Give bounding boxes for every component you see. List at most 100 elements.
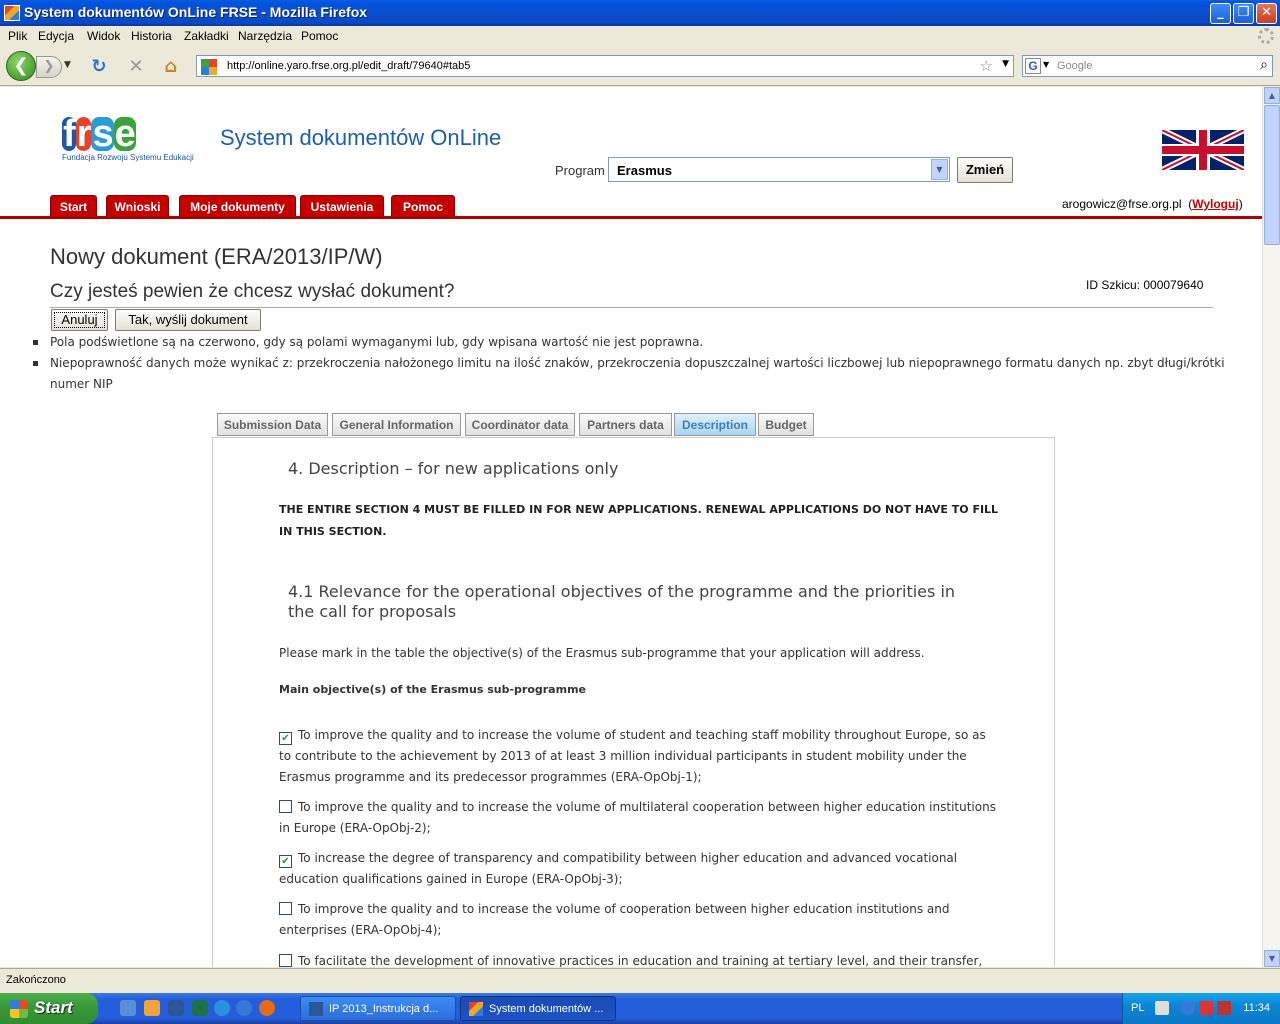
back-button[interactable]: ❮ — [6, 51, 36, 81]
note-item: Niepoprawność danych może wynikać z: prz… — [30, 353, 1230, 395]
section-note: THE ENTIRE SECTION 4 MUST BE FILLED IN F… — [279, 503, 999, 538]
change-program-button[interactable]: Zmień — [957, 157, 1013, 183]
objective-checkbox[interactable] — [279, 902, 292, 915]
forward-button[interactable]: ❯ — [36, 56, 62, 78]
tab-partners-data[interactable]: Partners data — [579, 413, 672, 436]
menu-historia[interactable]: Historia — [131, 29, 172, 43]
uk-flag-icon[interactable] — [1162, 130, 1244, 170]
tab-pomoc[interactable]: Pomoc — [391, 195, 455, 217]
close-button[interactable]: ✕ — [1256, 3, 1277, 24]
menu-plik[interactable]: Plik — [8, 29, 27, 43]
tab-wnioski[interactable]: Wnioski — [106, 195, 169, 217]
bookmark-star-icon[interactable]: ☆ — [980, 57, 993, 75]
frse-app-icon — [469, 1002, 483, 1016]
search-magnifier-icon[interactable]: ⌕ — [1260, 57, 1268, 73]
taskbar-item-firefox[interactable]: System dokumentów ... — [460, 996, 616, 1021]
tray-app-icon[interactable] — [1217, 1001, 1231, 1015]
logo-tagline: Fundacja Rozwoju Systemu Edukacji — [62, 153, 194, 162]
window-title-bar[interactable]: System dokumentów OnLine FRSE - Mozilla … — [0, 0, 1280, 26]
scroll-down-icon[interactable]: ▼ — [1264, 950, 1280, 967]
url-text[interactable]: http://online.yaro.frse.org.pl/edit_draf… — [227, 60, 470, 72]
nav-divider — [0, 216, 1262, 219]
minimize-button[interactable]: _ — [1210, 3, 1231, 24]
tab-start[interactable]: Start — [50, 195, 97, 217]
objective-item: To improve the quality and to increase t… — [279, 797, 999, 839]
tab-general-information[interactable]: General Information — [332, 413, 461, 436]
page-title: Nowy dokument (ERA/2013/IP/W) — [50, 244, 383, 269]
keyboard-icon[interactable] — [1155, 1001, 1169, 1015]
url-bar[interactable]: http://online.yaro.frse.org.pl/edit_draf… — [196, 55, 1014, 77]
search-bar[interactable]: G ▼ Google ⌕ — [1022, 55, 1273, 77]
language-indicator[interactable]: PL — [1131, 1002, 1144, 1014]
reload-button[interactable]: ↻ — [88, 56, 110, 78]
tab-coordinator-data[interactable]: Coordinator data — [465, 413, 575, 436]
quicklaunch-ie-icon[interactable] — [236, 1000, 252, 1016]
search-engine-dropdown-icon[interactable]: ▼ — [1043, 60, 1049, 69]
taskbar-item-label: System dokumentów ... — [489, 1003, 604, 1015]
objective-text: To improve the quality and to increase t… — [279, 800, 996, 835]
maximize-button[interactable]: ❐ — [1233, 3, 1254, 24]
chevron-down-icon[interactable]: ▼ — [931, 159, 948, 180]
status-bar: Zakończono — [0, 968, 1280, 992]
user-info: arogowicz@frse.org.pl (Wyloguj) — [1062, 197, 1243, 211]
objective-checkbox[interactable] — [279, 800, 292, 813]
scroll-thumb[interactable] — [1264, 105, 1280, 245]
cancel-button[interactable]: Anuluj — [51, 309, 108, 331]
menu-zakladki[interactable]: Zakładki — [184, 29, 229, 43]
objective-checkbox[interactable]: ✔ — [279, 855, 292, 868]
site-title: System dokumentów OnLine — [220, 125, 502, 150]
quicklaunch-excel-icon[interactable] — [192, 1000, 208, 1016]
objective-text: To improve the quality and to increase t… — [279, 902, 950, 937]
objective-checkbox[interactable]: ✔ — [279, 732, 292, 745]
objectives-heading: Main objective(s) of the Erasmus sub-pro… — [279, 683, 586, 696]
objective-item: ✔ To improve the quality and to increase … — [279, 725, 999, 788]
taskbar-item-word[interactable]: IP 2013_Instrukcja d... — [300, 996, 456, 1021]
search-placeholder[interactable]: Google — [1057, 60, 1092, 72]
menu-bar: Plik Edycja Widok Historia Zakładki Narz… — [0, 26, 1280, 46]
menu-widok[interactable]: Widok — [87, 29, 120, 43]
url-dropdown-icon[interactable]: ▼ — [1002, 59, 1009, 69]
quicklaunch-explorer-icon[interactable] — [120, 1000, 136, 1016]
menu-edycja[interactable]: Edycja — [38, 29, 74, 43]
user-email: arogowicz@frse.org.pl — [1062, 197, 1182, 211]
history-dropdown-icon[interactable]: ▼ — [64, 60, 71, 70]
objective-text: To increase the degree of transparency a… — [279, 851, 958, 886]
menu-pomoc[interactable]: Pomoc — [301, 29, 338, 43]
menu-narzedzia[interactable]: Narzędzia — [238, 29, 292, 43]
search-engine-icon[interactable]: G — [1025, 58, 1041, 74]
tab-ustawienia[interactable]: Ustawienia — [300, 195, 384, 217]
vertical-scrollbar[interactable]: ▲ ▼ — [1262, 87, 1280, 967]
tray-security-icon[interactable] — [1199, 1001, 1213, 1015]
scroll-up-icon[interactable]: ▲ — [1264, 87, 1280, 104]
confirm-question: Czy jesteś pewien że chcesz wysłać dokum… — [50, 281, 455, 302]
note-item: Pola podświetlone są na czerwono, gdy są… — [30, 332, 1230, 353]
tab-description[interactable]: Description — [674, 413, 756, 436]
stop-button[interactable]: ✕ — [125, 56, 147, 78]
send-document-button[interactable]: Tak, wyślij dokument — [115, 309, 261, 331]
subsection-title: 4.1 Relevance for the operational object… — [288, 582, 956, 621]
tab-submission-data[interactable]: Submission Data — [217, 413, 328, 436]
tray-arrow-icon[interactable] — [1181, 1001, 1195, 1015]
clock: 11:34 — [1243, 1002, 1270, 1014]
windows-logo-icon — [10, 1000, 28, 1018]
tab-moje-dokumenty[interactable]: Moje dokumenty — [179, 195, 296, 217]
objective-item: To improve the quality and to increase t… — [279, 899, 999, 941]
program-select[interactable]: Erasmus ▼ — [608, 157, 950, 182]
objective-item: ✔ To increase the degree of transparency … — [279, 848, 999, 890]
window-title: System dokumentów OnLine FRSE - Mozilla … — [24, 4, 368, 20]
quicklaunch-firefox-icon[interactable] — [259, 1000, 275, 1016]
start-button[interactable]: Start — [0, 993, 98, 1024]
quicklaunch-media-icon[interactable] — [214, 1000, 230, 1016]
quicklaunch-word-icon[interactable] — [168, 1000, 184, 1016]
frse-logo[interactable]: frse Fundacja Rozwoju Systemu Edukacji — [62, 115, 202, 167]
word-doc-icon — [309, 1002, 323, 1016]
status-text: Zakończono — [6, 974, 66, 986]
program-label: Program — [555, 163, 605, 178]
description-form: 4. Description – for new applications on… — [212, 437, 1055, 967]
start-label: Start — [34, 998, 73, 1017]
tab-budget[interactable]: Budget — [758, 413, 814, 436]
logout-link[interactable]: Wyloguj — [1192, 197, 1238, 211]
objective-checkbox[interactable] — [279, 954, 292, 967]
home-button[interactable]: ⌂ — [160, 56, 182, 78]
quicklaunch-app-icon[interactable] — [144, 1000, 160, 1016]
